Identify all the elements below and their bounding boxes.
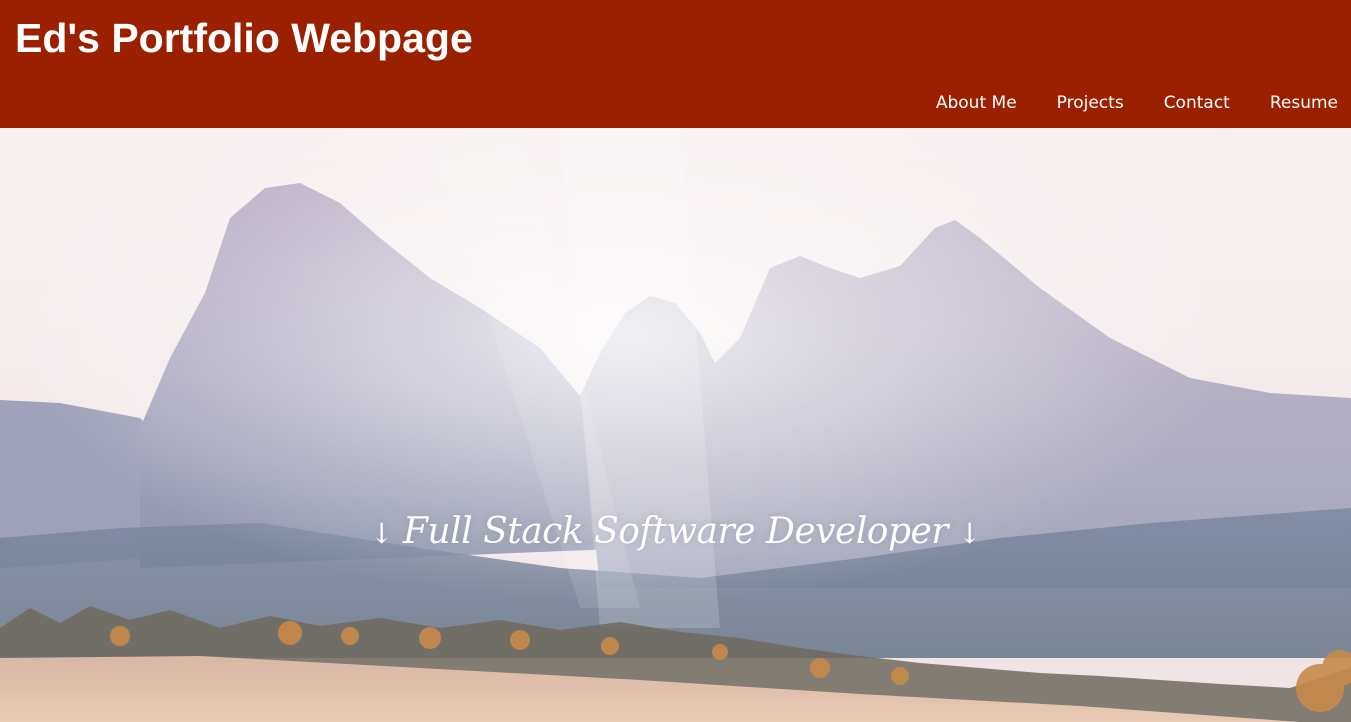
hero-section: ↓ Full Stack Software Developer ↓ <box>0 128 1351 722</box>
nav-resume[interactable]: Resume <box>1270 91 1338 115</box>
site-header: Ed's Portfolio Webpage About Me Projects… <box>0 0 1351 128</box>
arrow-down-icon: ↓ <box>369 517 393 550</box>
main-nav: About Me Projects Contact Resume <box>896 91 1338 115</box>
tagline-text: Full Stack Software Developer <box>402 511 949 552</box>
site-title: Ed's Portfolio Webpage <box>15 15 473 61</box>
nav-contact[interactable]: Contact <box>1164 91 1230 115</box>
nav-projects[interactable]: Projects <box>1057 91 1124 115</box>
mountain-landscape-image <box>0 128 1351 722</box>
hero-tagline: ↓ Full Stack Software Developer ↓ <box>0 507 1351 559</box>
arrow-down-icon: ↓ <box>958 517 981 550</box>
nav-about-me[interactable]: About Me <box>936 91 1017 115</box>
